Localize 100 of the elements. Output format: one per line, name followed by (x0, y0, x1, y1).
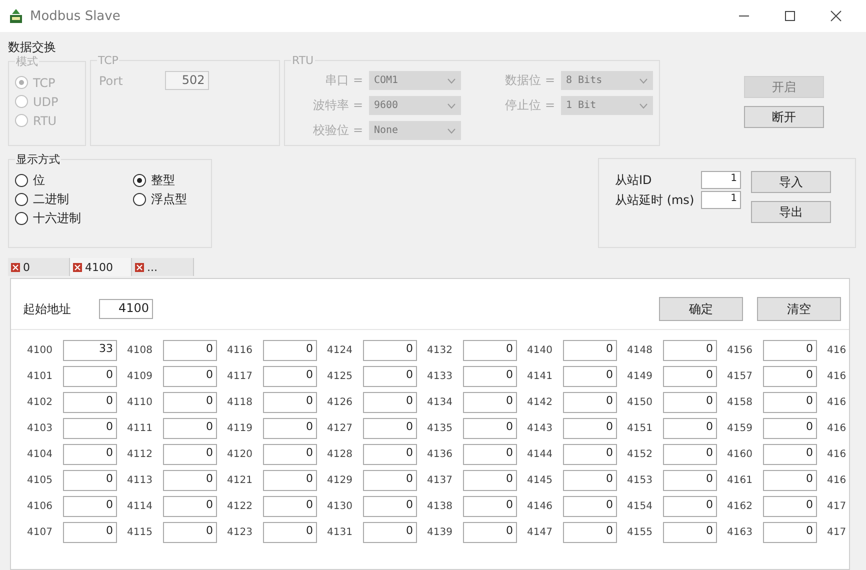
register-value-field[interactable]: 0 (563, 340, 617, 361)
register-value-field[interactable]: 0 (63, 444, 117, 465)
register-value-field[interactable]: 0 (463, 392, 517, 413)
register-value-field[interactable]: 0 (263, 392, 317, 413)
register-value-field[interactable]: 0 (463, 522, 517, 543)
register-address: 4105 (27, 475, 54, 486)
register-value-field[interactable]: 0 (663, 392, 717, 413)
register-value-field[interactable]: 0 (763, 522, 817, 543)
register-value-field[interactable]: 0 (363, 496, 417, 517)
register-value-field[interactable]: 0 (663, 470, 717, 491)
radio-button[interactable] (133, 174, 146, 187)
register-value-field[interactable]: 0 (363, 392, 417, 413)
register-value-field[interactable]: 0 (663, 522, 717, 543)
register-address: 4147 (527, 527, 554, 538)
register-value-field[interactable]: 0 (263, 418, 317, 439)
register-value-field[interactable]: 0 (463, 470, 517, 491)
slave-delay-field[interactable]: 1 (701, 191, 741, 209)
register-value-field[interactable]: 0 (163, 470, 217, 491)
start-address-field[interactable]: 4100 (99, 299, 153, 319)
register-value-field[interactable]: 0 (263, 444, 317, 465)
slave-button[interactable]: 导出 (751, 201, 831, 223)
register-value-field[interactable]: 0 (363, 418, 417, 439)
register-button[interactable]: 确定 (659, 297, 743, 321)
register-value-field[interactable]: 0 (663, 496, 717, 517)
error-icon (11, 262, 20, 272)
connection-button[interactable]: 断开 (744, 106, 824, 128)
register-value-field[interactable]: 0 (763, 392, 817, 413)
slave-button[interactable]: 导入 (751, 171, 831, 193)
register-value-field[interactable]: 0 (463, 340, 517, 361)
register-value-field[interactable]: 0 (563, 470, 617, 491)
register-button[interactable]: 清空 (757, 297, 841, 321)
radio-button[interactable] (15, 174, 28, 187)
register-value-field[interactable]: 0 (563, 496, 617, 517)
slave-id-field[interactable]: 1 (701, 171, 741, 189)
register-address: 4134 (427, 397, 454, 408)
register-value-field[interactable]: 0 (363, 444, 417, 465)
register-value-field[interactable]: 0 (363, 340, 417, 361)
register-value-field[interactable]: 0 (663, 444, 717, 465)
register-address: 4131 (327, 527, 354, 538)
close-icon[interactable] (830, 10, 842, 22)
register-value-field[interactable]: 0 (163, 392, 217, 413)
field-label: Port (99, 74, 123, 88)
register-value-field[interactable]: 0 (563, 392, 617, 413)
chevron-icon (447, 102, 456, 108)
group-label: 数据交换 (8, 40, 57, 54)
register-value-field[interactable]: 0 (763, 444, 817, 465)
register-value-field[interactable]: 0 (163, 496, 217, 517)
register-address: 4141 (527, 371, 554, 382)
register-value-field[interactable]: 0 (563, 418, 617, 439)
register-value-field[interactable]: 0 (463, 444, 517, 465)
register-value-field[interactable]: 0 (63, 470, 117, 491)
register-value-field[interactable]: 0 (763, 496, 817, 517)
field-label: 从站ID (615, 172, 653, 188)
register-value-field[interactable]: 0 (763, 340, 817, 361)
register-value-field[interactable]: 0 (163, 444, 217, 465)
register-value-field[interactable]: 0 (63, 496, 117, 517)
maximize-icon[interactable] (784, 10, 796, 22)
group-label: RTU (291, 54, 315, 67)
register-value-field[interactable]: 0 (563, 366, 617, 387)
register-value-field[interactable]: 0 (63, 522, 117, 543)
register-value-field[interactable]: 0 (663, 366, 717, 387)
register-value-field[interactable]: 0 (263, 470, 317, 491)
register-value-field[interactable]: 0 (463, 496, 517, 517)
register-value-field[interactable]: 0 (63, 392, 117, 413)
register-value-field[interactable]: 0 (163, 522, 217, 543)
register-value-field[interactable]: 0 (763, 470, 817, 491)
register-value-field[interactable]: 0 (363, 366, 417, 387)
register-value-field[interactable]: 0 (263, 366, 317, 387)
register-address: 4126 (327, 397, 354, 408)
radio-button[interactable] (15, 193, 28, 206)
register-value-field[interactable]: 0 (763, 418, 817, 439)
register-value-field[interactable]: 0 (763, 366, 817, 387)
register-value-field[interactable]: 0 (663, 418, 717, 439)
register-value-field[interactable]: 0 (63, 366, 117, 387)
register-value-field[interactable]: 0 (663, 340, 717, 361)
register-value-field[interactable]: 0 (463, 366, 517, 387)
register-value-field[interactable]: 33 (63, 340, 117, 361)
register-address: 4111 (127, 423, 154, 434)
chevron-icon (639, 102, 648, 108)
register-value-field[interactable]: 0 (263, 496, 317, 517)
radio-button[interactable] (133, 193, 146, 206)
register-value-field[interactable]: 0 (563, 444, 617, 465)
field-label: 数据位 = (504, 72, 555, 89)
register-value-field[interactable]: 0 (363, 470, 417, 491)
register-value-field[interactable]: 0 (263, 522, 317, 543)
register-address: 4112 (127, 449, 154, 460)
register-value-field[interactable]: 0 (263, 340, 317, 361)
register-address: 4103 (27, 423, 54, 434)
register-value-field[interactable]: 0 (463, 418, 517, 439)
register-value-field[interactable]: 0 (163, 418, 217, 439)
tab[interactable]: ... (132, 258, 194, 276)
register-address: 416 (827, 449, 848, 460)
register-value-field[interactable]: 0 (363, 522, 417, 543)
tab[interactable]: 0 (8, 258, 70, 276)
register-value-field[interactable]: 0 (163, 366, 217, 387)
tab[interactable]: 4100 (70, 258, 132, 276)
register-value-field[interactable]: 0 (563, 522, 617, 543)
register-value-field[interactable]: 0 (63, 418, 117, 439)
radio-button[interactable] (15, 212, 28, 225)
register-value-field[interactable]: 0 (163, 340, 217, 361)
